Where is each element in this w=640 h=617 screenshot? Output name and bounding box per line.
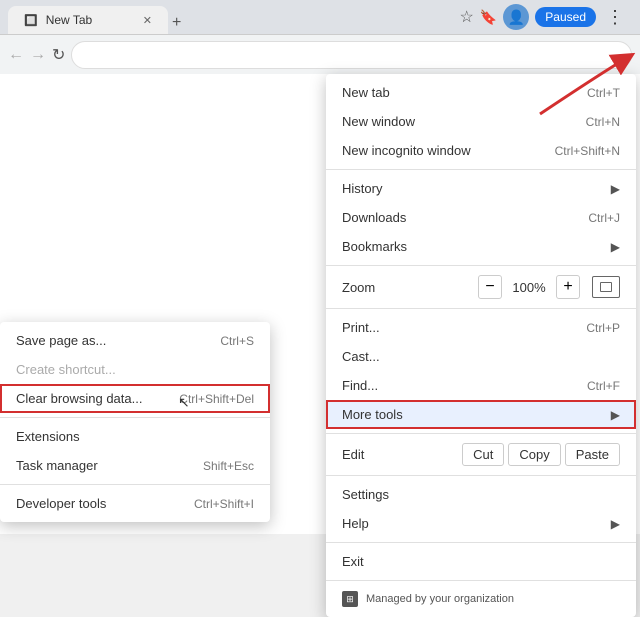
menu-item-new-incognito[interactable]: New incognito window Ctrl+Shift+N: [326, 136, 636, 165]
copy-button[interactable]: Copy: [508, 443, 560, 466]
clear-browsing-shortcut: Ctrl+Shift+Del: [179, 392, 254, 406]
menu-divider-4: [326, 433, 636, 434]
paused-label: Paused: [545, 10, 586, 24]
page-content: Save page as... Ctrl+S Create shortcut..…: [0, 74, 640, 534]
menu-divider: [0, 417, 270, 418]
omnibox-bar: ← → ↻: [0, 34, 640, 74]
menu-item-settings[interactable]: Settings: [326, 480, 636, 509]
settings-label: Settings: [342, 487, 620, 502]
sidebar-item-extensions[interactable]: Extensions: [0, 422, 270, 451]
menu-item-print[interactable]: Print... Ctrl+P: [326, 313, 636, 342]
managed-icon: ⊞: [342, 591, 358, 607]
help-label: Help: [342, 516, 611, 531]
profile-avatar[interactable]: 👤: [503, 4, 529, 30]
save-page-label: Save page as...: [16, 333, 220, 348]
zoom-value: 100%: [510, 280, 548, 295]
tab-close-icon[interactable]: ✕: [143, 14, 152, 27]
new-tab-button[interactable]: +: [172, 14, 181, 32]
menu-item-bookmarks[interactable]: Bookmarks ▶: [326, 232, 636, 261]
menu-item-new-tab[interactable]: New tab Ctrl+T: [326, 78, 636, 107]
menu-divider-2: [0, 484, 270, 485]
exit-label: Exit: [342, 554, 620, 569]
new-tab-shortcut: Ctrl+T: [587, 86, 620, 100]
find-shortcut: Ctrl+F: [587, 379, 620, 393]
menu-item-more-tools[interactable]: More tools ▶: [326, 400, 636, 429]
extensions-label: Extensions: [16, 429, 254, 444]
menu-divider-5: [326, 475, 636, 476]
new-window-label: New window: [342, 114, 586, 129]
sidebar-item-create-shortcut[interactable]: Create shortcut...: [0, 355, 270, 384]
create-shortcut-label: Create shortcut...: [16, 362, 254, 377]
forward-button[interactable]: →: [30, 46, 46, 64]
more-tools-arrow: ▶: [611, 408, 620, 422]
sidebar-item-clear-browsing[interactable]: Clear browsing data... Ctrl+Shift+Del: [0, 384, 270, 413]
tab-title: New Tab: [46, 13, 92, 27]
reload-button[interactable]: ↻: [52, 45, 65, 65]
menu-item-find[interactable]: Find... Ctrl+F: [326, 371, 636, 400]
bookmarks-arrow: ▶: [611, 240, 620, 254]
paste-button[interactable]: Paste: [565, 443, 620, 466]
sidebar-item-save-page[interactable]: Save page as... Ctrl+S: [0, 326, 270, 355]
cast-label: Cast...: [342, 349, 620, 364]
downloads-shortcut: Ctrl+J: [588, 211, 620, 225]
new-incognito-shortcut: Ctrl+Shift+N: [555, 144, 620, 158]
profile-area: ☆ 🔖 👤 Paused ⋮: [460, 4, 628, 30]
paused-button[interactable]: Paused: [535, 7, 596, 27]
menu-divider-2a: [326, 265, 636, 266]
sidebar-item-task-manager[interactable]: Task manager Shift+Esc: [0, 451, 270, 480]
tab-bar: 🔲 New Tab ✕ + ☆ 🔖 👤 Paused ⋮: [0, 0, 640, 34]
downloads-label: Downloads: [342, 210, 588, 225]
browser-frame: 🔲 New Tab ✕ + ☆ 🔖 👤 Paused ⋮ ← → ↻: [0, 0, 640, 534]
help-arrow: ▶: [611, 517, 620, 531]
edit-row: Edit Cut Copy Paste: [326, 438, 636, 471]
star-icon[interactable]: ☆: [460, 7, 474, 27]
bookmarks-label: Bookmarks: [342, 239, 611, 254]
managed-row: ⊞ Managed by your organization: [326, 585, 636, 613]
zoom-label: Zoom: [342, 280, 470, 295]
managed-text: Managed by your organization: [366, 593, 514, 605]
save-page-shortcut: Ctrl+S: [220, 334, 254, 348]
print-label: Print...: [342, 320, 586, 335]
task-manager-shortcut: Shift+Esc: [203, 459, 254, 473]
new-incognito-label: New incognito window: [342, 143, 555, 158]
back-button[interactable]: ←: [8, 46, 24, 64]
print-shortcut: Ctrl+P: [586, 321, 620, 335]
developer-tools-shortcut: Ctrl+Shift+I: [194, 497, 254, 511]
zoom-fullscreen-button[interactable]: [592, 276, 620, 298]
zoom-row: Zoom − 100% +: [326, 270, 636, 304]
fullscreen-icon: [600, 282, 612, 292]
menu-divider-1: [326, 169, 636, 170]
history-label: History: [342, 181, 611, 196]
new-window-shortcut: Ctrl+N: [586, 115, 620, 129]
bookmark-icon[interactable]: 🔖: [480, 9, 497, 26]
menu-dots-button[interactable]: ⋮: [602, 7, 628, 28]
chrome-menu: New tab Ctrl+T New window Ctrl+N New inc…: [326, 74, 636, 617]
menu-item-downloads[interactable]: Downloads Ctrl+J: [326, 203, 636, 232]
omnibox-input[interactable]: [71, 41, 632, 69]
menu-item-exit[interactable]: Exit: [326, 547, 636, 576]
history-arrow: ▶: [611, 182, 620, 196]
tab-icon: 🔲: [24, 14, 38, 27]
task-manager-label: Task manager: [16, 458, 203, 473]
more-tools-label: More tools: [342, 407, 611, 422]
sidebar-item-developer-tools[interactable]: Developer tools Ctrl+Shift+I: [0, 489, 270, 518]
cursor-indicator: ↖: [178, 394, 190, 411]
edit-label: Edit: [342, 447, 458, 462]
developer-tools-label: Developer tools: [16, 496, 194, 511]
menu-item-history[interactable]: History ▶: [326, 174, 636, 203]
find-label: Find...: [342, 378, 587, 393]
clear-browsing-label: Clear browsing data...: [16, 391, 179, 406]
sub-menu: Save page as... Ctrl+S Create shortcut..…: [0, 322, 270, 522]
cut-button[interactable]: Cut: [462, 443, 504, 466]
zoom-plus-button[interactable]: +: [556, 275, 580, 299]
menu-divider-6: [326, 542, 636, 543]
zoom-minus-button[interactable]: −: [478, 275, 502, 299]
menu-divider-7: [326, 580, 636, 581]
menu-item-cast[interactable]: Cast...: [326, 342, 636, 371]
new-tab-label: New tab: [342, 85, 587, 100]
menu-item-new-window[interactable]: New window Ctrl+N: [326, 107, 636, 136]
menu-divider-3: [326, 308, 636, 309]
active-tab[interactable]: 🔲 New Tab ✕: [8, 6, 168, 34]
